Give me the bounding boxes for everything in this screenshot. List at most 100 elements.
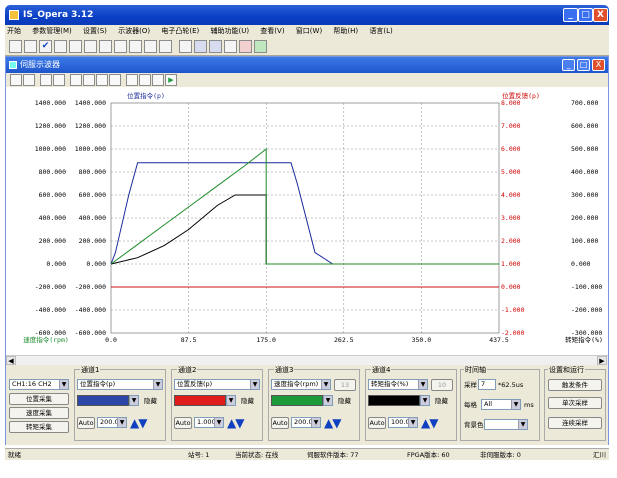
channel4-up-down-icon[interactable]: ▲▼ <box>421 416 447 430</box>
channel3-scale-select[interactable]: 200.00 ▼ <box>291 417 321 428</box>
menu-aux[interactable]: 辅助功能(U) <box>210 27 249 35</box>
channel3-extra-button[interactable]: 13 <box>334 379 356 391</box>
menu-param[interactable]: 参数管理(M) <box>32 27 72 35</box>
menu-window[interactable]: 窗口(W) <box>296 27 322 35</box>
channel3-signal-select[interactable]: 速度指令(rpm) ▼ <box>271 379 331 390</box>
menu-scope[interactable]: 示波器(O) <box>118 27 150 35</box>
bg-color-select[interactable]: ▼ <box>484 419 528 430</box>
axis4-tick-label: 0.000 <box>571 260 591 268</box>
menu-language[interactable]: 语言(L) <box>369 27 392 35</box>
scope-tool-icon-4[interactable] <box>53 74 65 86</box>
scope-window: 伺服示波器 _ □ X ▶ 1400.000 1400.000 8.000 700.0… <box>5 56 609 445</box>
channel2-auto-button[interactable]: Auto <box>174 417 192 429</box>
scroll-left-icon[interactable]: ◀ <box>6 356 16 365</box>
axis2-tick-label: 0.000 <box>86 260 106 268</box>
channel1-color-dropdown[interactable]: ▼ <box>129 395 139 406</box>
maximize-button[interactable]: □ <box>578 8 593 22</box>
minimize-button[interactable]: _ <box>563 8 578 22</box>
axis1-tick-label: 1000.000 <box>35 145 66 153</box>
menu-view[interactable]: 查看(V) <box>260 27 284 35</box>
scope-plot[interactable]: 1400.000 1400.000 8.000 700.000 1200.000 1200… <box>6 87 608 355</box>
scope-tool-icon-3[interactable] <box>40 74 52 86</box>
toolbar-icon-1[interactable] <box>9 40 22 53</box>
scroll-right-icon[interactable]: ▶ <box>597 356 607 365</box>
scope-minimize-button[interactable]: _ <box>562 59 575 71</box>
channel2-hide-label[interactable]: 隐藏 <box>241 396 254 406</box>
trigger-button[interactable]: 触发条件 <box>548 379 602 391</box>
channel2-scale-select[interactable]: 1.000 ▼ <box>194 417 224 428</box>
toolbar-icon-7[interactable] <box>99 40 112 53</box>
scope-close-button[interactable]: X <box>592 59 605 71</box>
scope-tool-icon-10[interactable] <box>139 74 151 86</box>
axis2-tick-label: 1200.000 <box>75 122 106 130</box>
per-div-select[interactable]: All ▼ <box>481 399 521 410</box>
scope-tool-icon-5[interactable] <box>70 74 82 86</box>
channel2-up-down-icon[interactable]: ▲▼ <box>227 416 253 430</box>
speed-capture-button[interactable]: 速度采集 <box>9 407 69 419</box>
wave-icon[interactable] <box>54 40 67 53</box>
channel3-color-swatch[interactable] <box>271 395 323 406</box>
scope-tool-icon-9[interactable] <box>126 74 138 86</box>
scope-tool-icon-11[interactable] <box>152 74 164 86</box>
channel-select[interactable]: CH1:16 CH2 ▼ <box>9 379 69 390</box>
channel4-color-dropdown[interactable]: ▼ <box>420 395 430 406</box>
sample-input[interactable]: 7 <box>478 379 496 390</box>
horizontal-scrollbar[interactable]: ◀ ▶ <box>6 355 608 365</box>
position-capture-button[interactable]: 位置采集 <box>9 393 69 405</box>
zoom-out-icon[interactable] <box>109 74 121 86</box>
torque-capture-button[interactable]: 转矩采集 <box>9 421 69 433</box>
channel1-up-down-icon[interactable]: ▲▼ <box>130 416 156 430</box>
channel4-auto-button[interactable]: Auto <box>368 417 386 429</box>
channel4-hide-label[interactable]: 隐藏 <box>435 396 448 406</box>
channel1-color-swatch[interactable] <box>77 395 129 406</box>
channel3-color-dropdown[interactable]: ▼ <box>323 395 333 406</box>
channel3-hide-label[interactable]: 隐藏 <box>338 396 351 406</box>
continuous-sample-button[interactable]: 连续采样 <box>548 417 602 429</box>
axis3-tick-label: 3.000 <box>501 214 521 222</box>
toolbar-icon-6[interactable] <box>84 40 97 53</box>
channel1-hide-label[interactable]: 隐藏 <box>144 396 157 406</box>
channel4-color-swatch[interactable] <box>368 395 420 406</box>
toolbar-icon-15[interactable] <box>224 40 237 53</box>
single-sample-button[interactable]: 单次采样 <box>548 397 602 409</box>
close-button[interactable]: X <box>593 8 608 22</box>
toolbar-icon-12[interactable] <box>179 40 192 53</box>
channel3-auto-button[interactable]: Auto <box>271 417 289 429</box>
menu-cam[interactable]: 电子凸轮(E) <box>161 27 199 35</box>
toolbar-icon-13[interactable] <box>194 40 207 53</box>
channel3-up-down-icon[interactable]: ▲▼ <box>324 416 350 430</box>
save-icon[interactable] <box>23 74 35 86</box>
channel2-color-swatch[interactable] <box>174 395 226 406</box>
channel4-scale-select[interactable]: 100.00 ▼ <box>388 417 418 428</box>
channel1-auto-button[interactable]: Auto <box>77 417 95 429</box>
menu-settings[interactable]: 设置(S) <box>83 27 107 35</box>
toolbar-icon-10[interactable] <box>144 40 157 53</box>
chevron-down-icon: ▼ <box>214 418 223 427</box>
waveform-chart[interactable]: 1400.000 1400.000 8.000 700.000 1200.000 1200… <box>6 87 608 355</box>
zoom-in-icon[interactable] <box>96 74 108 86</box>
channel1-signal-select[interactable]: 位置指令(p) ▼ <box>77 379 163 390</box>
chevron-down-icon: ▼ <box>511 400 520 409</box>
channel2-color-dropdown[interactable]: ▼ <box>226 395 236 406</box>
open-icon[interactable] <box>10 74 22 86</box>
toolbar-icon-9[interactable] <box>129 40 142 53</box>
toolbar-icon-14[interactable] <box>209 40 222 53</box>
channel4-extra-button[interactable]: 10 <box>431 379 453 391</box>
wave2-icon[interactable] <box>69 40 82 53</box>
channel2-signal-select[interactable]: 位置反馈(p) ▼ <box>174 379 260 390</box>
toolbar-icon-11[interactable] <box>159 40 172 53</box>
channel4-signal-select[interactable]: 转矩指令(%) ▼ <box>368 379 428 390</box>
menu-start[interactable]: 开始 <box>7 27 21 35</box>
run-icon[interactable] <box>254 40 267 53</box>
menu-help[interactable]: 帮助(H) <box>333 27 358 35</box>
check-icon[interactable]: ✔ <box>39 40 52 53</box>
channel1-scale-select[interactable]: 200.00 ▼ <box>97 417 127 428</box>
axis3-tick-label: 8.000 <box>501 99 521 107</box>
scope-tool-icon-6[interactable] <box>83 74 95 86</box>
toolbar-icon-2[interactable] <box>24 40 37 53</box>
scope-maximize-button[interactable]: □ <box>577 59 590 71</box>
stop-icon[interactable] <box>239 40 252 53</box>
play-icon[interactable]: ▶ <box>165 74 177 86</box>
toolbar-icon-8[interactable] <box>114 40 127 53</box>
channel1-label: 通道1 <box>80 365 101 375</box>
